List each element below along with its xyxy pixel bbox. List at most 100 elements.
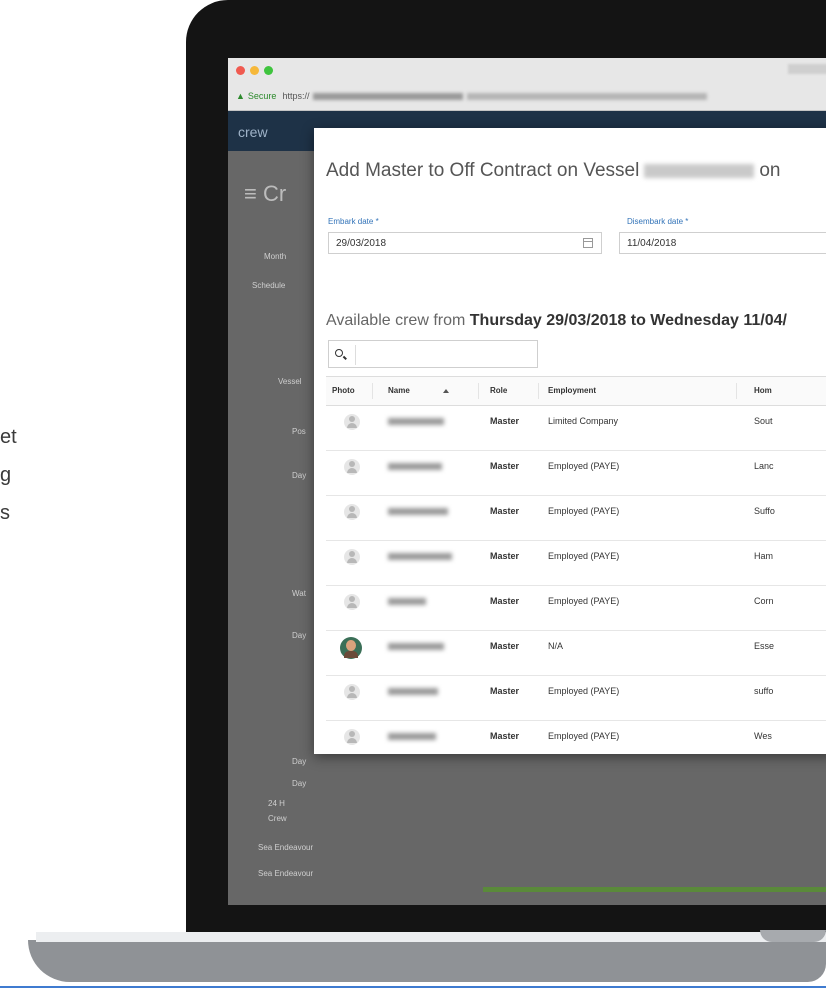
placeholder-avatar-icon	[344, 549, 360, 565]
cell-role: Master	[490, 596, 520, 606]
bg-nav-24h: 24 H	[268, 799, 285, 808]
crew-name-blurred[interactable]	[388, 463, 442, 470]
col-name[interactable]: Name	[388, 386, 410, 395]
placeholder-avatar-icon	[344, 594, 360, 610]
table-row[interactable]: Master Employed (PAYE) Ham	[326, 541, 826, 586]
crew-name-blurred[interactable]	[388, 598, 426, 605]
cell-employment: Employed (PAYE)	[548, 551, 620, 561]
search-icon	[335, 349, 343, 357]
table-row[interactable]: Master Employed (PAYE) Lanc	[326, 451, 826, 496]
col-employment[interactable]: Employment	[548, 386, 596, 395]
laptop-base-highlight	[36, 932, 826, 942]
table-header: Photo Name Role Employment Hom	[326, 376, 826, 406]
crew-name-blurred[interactable]	[388, 508, 448, 515]
bg-nav-pos: Pos	[292, 427, 306, 436]
cell-employment: N/A	[548, 641, 564, 651]
vessel-name-blurred	[644, 163, 755, 178]
bg-nav-crew: Crew	[268, 814, 287, 823]
cell-home: Suffo	[754, 506, 775, 516]
table-row[interactable]: Master Employed (PAYE) Wes	[326, 721, 826, 754]
placeholder-avatar-icon	[344, 729, 360, 745]
table-row[interactable]: Master Employed (PAYE) Corn	[326, 586, 826, 631]
cell-employment: Limited Company	[548, 416, 619, 426]
col-photo[interactable]: Photo	[332, 386, 355, 395]
url-prefix: https://	[282, 91, 310, 101]
url-blurred-2	[467, 92, 708, 100]
cell-employment: Employed (PAYE)	[548, 596, 620, 606]
search-separator	[355, 345, 356, 365]
close-window-button[interactable]	[236, 66, 245, 75]
cell-home: suffo	[754, 686, 774, 696]
col-divider	[478, 383, 479, 399]
bg-nav-day-3: Day	[292, 757, 307, 766]
cell-home: Sout	[754, 416, 773, 426]
bg-nav-day-1: Day	[292, 471, 307, 480]
disembark-date-label: Disembark date *	[627, 217, 689, 226]
col-divider	[372, 383, 373, 399]
crew-name-blurred[interactable]	[388, 418, 444, 425]
cell-employment: Employed (PAYE)	[548, 506, 620, 516]
available-crew-heading: Available crew from Thursday 29/03/2018 …	[326, 312, 787, 329]
laptop-screen: ▲ Secure https:// crew ≡ Cr Month Schedu…	[228, 58, 826, 905]
col-divider	[736, 383, 737, 399]
col-role[interactable]: Role	[490, 386, 507, 395]
sort-ascending-icon[interactable]	[443, 389, 449, 393]
crew-name-blurred[interactable]	[388, 733, 436, 740]
add-master-modal: Add Master to Off Contract on Vessel on E…	[314, 128, 826, 754]
available-date-range: Thursday 29/03/2018 to Wednesday 11/04/	[469, 312, 787, 329]
bg-nav-vessel: Vessel	[278, 377, 302, 386]
bg-nav-month: Month	[264, 252, 287, 261]
crew-search-input[interactable]	[328, 340, 538, 368]
crew-name-blurred[interactable]	[388, 643, 444, 650]
background-page-title: ≡ Cr	[244, 181, 287, 206]
cell-employment: Employed (PAYE)	[548, 731, 620, 741]
bg-nav-day-4: Day	[292, 779, 307, 788]
cell-home: Corn	[754, 596, 774, 606]
crew-name-blurred[interactable]	[388, 688, 438, 695]
cell-role: Master	[490, 506, 520, 516]
cell-role: Master	[490, 551, 520, 561]
cell-home: Esse	[754, 641, 775, 651]
crew-table: Photo Name Role Employment Hom Master Lim…	[326, 376, 826, 754]
col-divider	[538, 383, 539, 399]
table-body: Master Limited Company Sout Master Employed …	[326, 406, 826, 754]
cell-role: Master	[490, 686, 520, 696]
placeholder-avatar-icon	[344, 684, 360, 700]
bg-nav-vessel-a: Sea Endeavour	[258, 843, 314, 852]
minimize-window-button[interactable]	[250, 66, 259, 75]
bg-nav-wat: Wat	[292, 589, 306, 598]
background-progress-line	[483, 887, 826, 892]
embark-date-input[interactable]: 29/03/2018	[328, 232, 602, 254]
maximize-window-button[interactable]	[264, 66, 273, 75]
app-brand[interactable]: crew	[238, 124, 268, 140]
cell-employment: Employed (PAYE)	[548, 461, 620, 471]
table-row[interactable]: Master Employed (PAYE) Suffo	[326, 496, 826, 541]
laptop-notch	[760, 930, 826, 942]
calendar-icon[interactable]	[583, 238, 593, 248]
cell-role: Master	[490, 416, 520, 426]
disembark-date-input[interactable]: 11/04/2018	[619, 232, 826, 254]
side-text-line-3: s	[0, 502, 10, 524]
cell-home: Ham	[754, 551, 774, 561]
table-row[interactable]: Master Employed (PAYE) suffo	[326, 676, 826, 721]
lock-icon: ▲	[236, 91, 245, 101]
bg-nav-schedule: Schedule	[252, 281, 286, 290]
secure-label: Secure	[247, 91, 277, 101]
bg-nav-vessel-b: Sea Endeavour	[258, 869, 314, 878]
browser-chrome: ▲ Secure https://	[228, 58, 826, 111]
table-row[interactable]: Master Limited Company Sout	[326, 406, 826, 451]
col-home[interactable]: Hom	[754, 386, 772, 395]
placeholder-avatar-icon	[344, 504, 360, 520]
placeholder-avatar-icon	[344, 414, 360, 430]
embark-date-value: 29/03/2018	[336, 237, 387, 249]
disembark-date-value: 11/04/2018	[627, 237, 677, 249]
cell-role: Master	[490, 461, 520, 471]
address-bar[interactable]: ▲ Secure https://	[236, 88, 816, 104]
url-blurred	[313, 92, 464, 100]
table-row[interactable]: Master N/A Esse	[326, 631, 826, 676]
modal-title: Add Master to Off Contract on Vessel on	[326, 160, 781, 181]
crew-name-blurred[interactable]	[388, 553, 452, 560]
crew-photo	[340, 637, 362, 659]
embark-date-label: Embark date *	[328, 217, 379, 226]
side-text-line-2: g	[0, 464, 12, 486]
